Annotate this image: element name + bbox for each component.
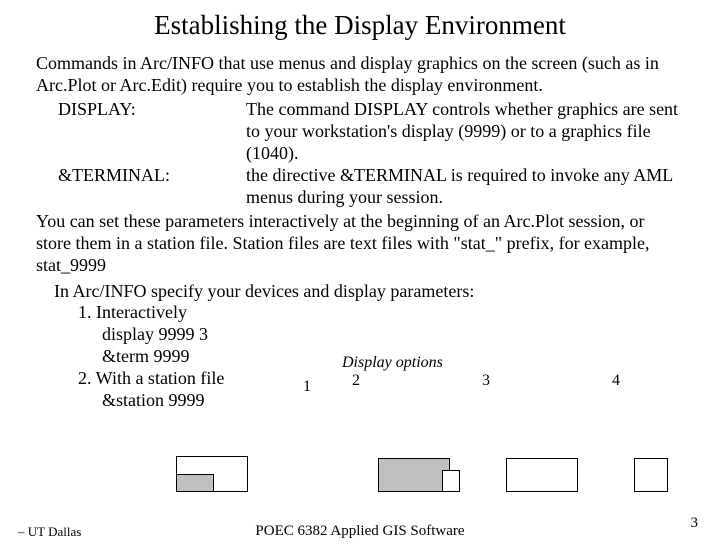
option-1: 1 [278,378,336,396]
body-text: Commands in Arc/INFO that use menus and … [0,53,720,277]
slide: Establishing the Display Environment Com… [0,10,720,550]
specify-line: In Arc/INFO specify your devices and dis… [54,281,680,303]
option-3: 3 [466,372,506,390]
command-label: DISPLAY: [36,99,246,165]
step-1: 1. Interactively [54,302,680,324]
footer-center: POEC 6382 Applied GIS Software [0,523,720,540]
option-4: 4 [596,372,636,390]
specify-block: In Arc/INFO specify your devices and dis… [0,281,720,413]
step-1a: display 9999 3 [54,324,680,346]
command-row-terminal: &TERMINAL: the directive &TERMINAL is re… [36,165,680,209]
options-col: Display options 2 3 4 [336,354,636,390]
command-label: &TERMINAL: [36,165,246,209]
shapes-group [176,456,676,496]
slide-title: Establishing the Display Environment [0,10,720,41]
command-description: The command DISPLAY controls whether gra… [246,99,680,165]
command-description: the directive &TERMINAL is required to i… [246,165,680,209]
page-number: 3 [691,515,699,532]
paragraph-2: You can set these parameters interactive… [36,211,680,277]
command-row-display: DISPLAY: The command DISPLAY controls wh… [36,99,680,165]
step-2a: &station 9999 [54,390,680,412]
rect-3 [506,458,578,492]
rect-2 [442,470,460,492]
options-header: Display options [342,354,636,372]
rect-4 [634,458,668,492]
gray-rect-2 [378,458,450,492]
intro-paragraph: Commands in Arc/INFO that use menus and … [36,53,680,97]
gray-rect-1 [176,474,214,492]
option-2: 2 [336,372,376,390]
